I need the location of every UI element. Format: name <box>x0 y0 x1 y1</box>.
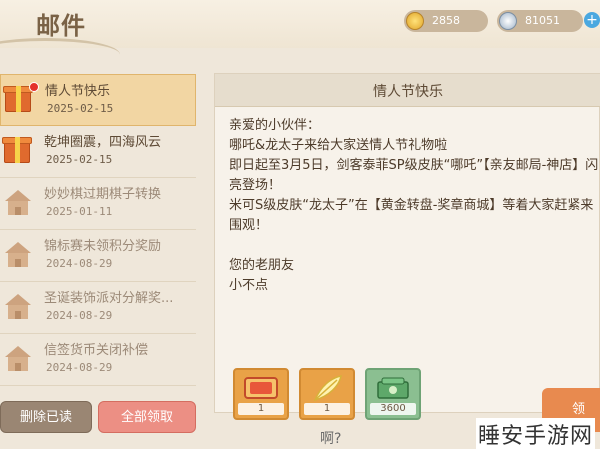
mail-detail-title: 情人节快乐 <box>373 84 443 100</box>
reward-count: 1 <box>238 403 284 415</box>
cash-icon <box>377 377 409 399</box>
mail-date: 2025-01-11 <box>46 205 113 218</box>
mail-date: 2025-02-15 <box>46 153 113 166</box>
house-icon <box>4 239 32 267</box>
reward-slot[interactable]: 1 <box>233 368 289 420</box>
mail-detail-panel: 情人节快乐 亲爱的小伙伴： 哪吒&龙太子来给大家送情人节礼物啦 即日起至3月5日… <box>214 73 600 420</box>
header-bar: 邮件 2858 81051 + <box>0 0 600 48</box>
mail-date: 2024-08-29 <box>46 309 113 322</box>
mail-item[interactable]: 信签货币关闭补偿 2024-08-29 <box>0 334 196 386</box>
ticket-icon <box>244 377 278 399</box>
feather-icon <box>313 375 342 402</box>
gold-amount: 2858 <box>432 14 460 27</box>
mail-date: 2024-08-29 <box>46 361 113 374</box>
reward-count: 1 <box>304 403 350 415</box>
mail-date: 2025-02-15 <box>47 102 114 115</box>
mail-title: 情人节快乐 <box>45 84 111 98</box>
mail-list: 情人节快乐 2025-02-15 乾坤圈震，四海风云 2025-02-15 妙妙… <box>0 74 196 399</box>
gold-counter: 2858 <box>404 10 488 32</box>
diamond-counter: 81051 <box>497 10 583 32</box>
reward-count: 3600 <box>370 403 416 415</box>
mail-title: 信签货币关闭补偿 <box>44 343 149 357</box>
gift-icon <box>3 82 39 112</box>
delete-read-button[interactable]: 删除已读 <box>0 401 92 433</box>
mail-item[interactable]: 锦标赛未领积分奖励 2024-08-29 <box>0 230 196 282</box>
mail-screen: 邮件 2858 81051 + 情人节快乐 2025-02-15 乾坤圈震，四海… <box>0 0 600 449</box>
reward-slot[interactable]: 1 <box>299 368 355 420</box>
gold-coin-icon <box>406 12 424 30</box>
claim-all-button[interactable]: 全部领取 <box>98 401 196 433</box>
mail-item-selected[interactable]: 情人节快乐 2025-02-15 <box>0 74 196 126</box>
bottom-hint-text: 啊? <box>320 431 342 447</box>
mail-title: 锦标赛未领积分奖励 <box>44 239 162 253</box>
add-currency-button[interactable]: + <box>584 12 600 28</box>
reward-slot[interactable]: 3600 <box>365 368 421 420</box>
mail-date: 2024-08-29 <box>46 257 113 270</box>
mail-item[interactable]: 乾坤圈震，四海风云 2025-02-15 <box>0 126 196 178</box>
mail-detail-body: 亲爱的小伙伴： 哪吒&龙太子来给大家送情人节礼物啦 即日起至3月5日，剑客泰菲S… <box>229 118 599 293</box>
mail-title: 乾坤圈震，四海风云 <box>44 135 162 149</box>
unread-dot-icon <box>29 82 39 92</box>
mail-detail-header: 情人节快乐 <box>215 74 600 107</box>
house-icon <box>4 343 32 371</box>
header-decor <box>0 38 120 71</box>
diamond-amount: 81051 <box>525 14 560 27</box>
mail-item[interactable]: 圣诞装饰派对分解奖... 2024-08-29 <box>0 282 196 334</box>
page-title: 邮件 <box>36 12 86 40</box>
house-icon <box>4 187 32 215</box>
watermark-text: 睡安手游网 <box>476 418 596 449</box>
mail-title: 圣诞装饰派对分解奖... <box>44 291 174 305</box>
gift-icon <box>2 135 32 163</box>
mail-title: 妙妙棋过期棋子转换 <box>44 187 162 201</box>
mail-item[interactable]: 妙妙棋过期棋子转换 2025-01-11 <box>0 178 196 230</box>
diamond-icon <box>499 12 517 30</box>
house-icon <box>4 291 32 319</box>
